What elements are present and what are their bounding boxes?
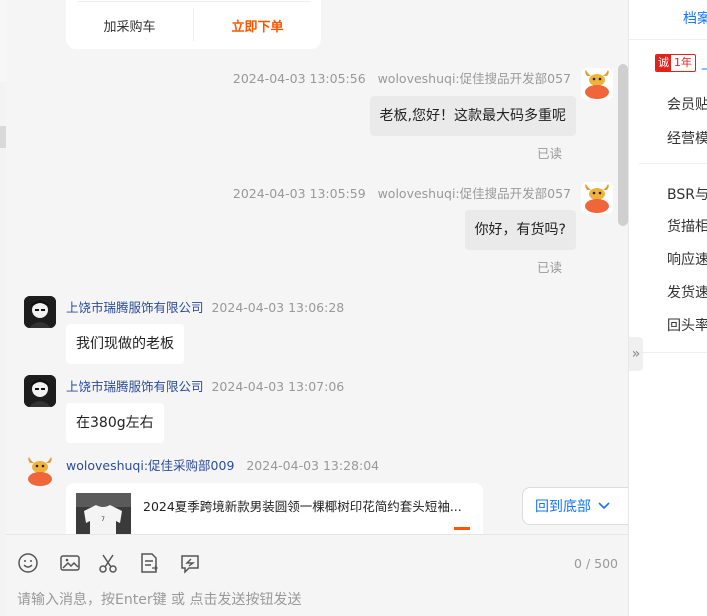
message-meta: 2024-04-03 13:05:59 woloveshuqi:促佳搜品开发部0…: [233, 183, 571, 202]
image-button[interactable]: [59, 552, 81, 574]
info-item: 发货速: [667, 285, 707, 301]
tshirt-image: 7: [76, 493, 131, 534]
message-sender[interactable]: woloveshuqi:促佳采购部009: [66, 458, 234, 473]
emoji-icon: [18, 553, 38, 573]
read-status: 已读: [536, 146, 562, 161]
message-input[interactable]: 请输入消息，按Enter键 或 点击发送按钮发送: [17, 589, 301, 609]
info-item: 回头率: [667, 318, 707, 334]
chat-scrollbar[interactable]: [618, 64, 628, 226]
char-counter: 0 / 500: [574, 556, 618, 571]
screenshot-button[interactable]: [97, 552, 119, 574]
badge-cheng: 诚: [656, 55, 671, 71]
message-meta: 上饶市瑞腾服饰有限公司 2024-04-03 13:07:06: [66, 376, 344, 395]
message-sender[interactable]: 上饶市瑞腾服饰有限公司: [66, 300, 204, 315]
product-thumbnail[interactable]: 7: [76, 493, 131, 534]
message-input-area: 0 / 500 请输入消息，按Enter键 或 点击发送按钮发送: [6, 534, 628, 616]
chat-message-list[interactable]: 加采购车 立即下单 2024-04-03 13:05:56 woloveshuq…: [6, 0, 628, 534]
message-sender[interactable]: 上饶市瑞腾服饰有限公司: [66, 379, 204, 394]
person-avatar-icon: [24, 296, 56, 328]
divider: [639, 352, 707, 353]
buy-now-button[interactable]: 立即下单: [194, 0, 321, 49]
divider: [78, 1, 311, 2]
back-to-bottom-label: 回到底部: [535, 499, 591, 515]
person-avatar-icon: [24, 375, 56, 407]
quick-reply-icon: [181, 555, 199, 574]
message-bubble[interactable]: 我们现做的老板: [66, 324, 184, 364]
divider: [629, 39, 707, 40]
message-meta: woloveshuqi:促佳采购部009 2024-04-03 13:28:04: [66, 455, 379, 474]
trust-year-badge: 诚 1年: [655, 54, 696, 72]
message-meta: 上饶市瑞腾服饰有限公司 2024-04-03 13:06:28: [66, 297, 344, 316]
add-to-purchase-cart-button[interactable]: 加采购车: [66, 8, 194, 41]
bull-mascot-icon: [581, 182, 613, 214]
info-item: BSR与: [667, 187, 707, 203]
scissors-icon: [99, 554, 117, 573]
info-item: 经营模: [667, 131, 707, 147]
quick-reply-button[interactable]: [179, 552, 201, 574]
info-item: 响应速: [667, 252, 707, 268]
price-fragment: [454, 527, 470, 530]
read-status: 已读: [536, 260, 562, 275]
chevron-down-icon: [598, 502, 610, 510]
message-time: 2024-04-03 13:28:04: [246, 458, 380, 473]
image-icon: [60, 555, 80, 571]
message-time: 2024-04-03 13:07:06: [211, 379, 345, 394]
seller-name-link[interactable]: 上: [701, 54, 707, 74]
bull-mascot-icon: [24, 455, 56, 487]
collapse-panel-button[interactable]: »: [629, 337, 643, 371]
message-time: 2024-04-03 13:05:56: [232, 71, 366, 86]
bull-mascot-icon: [581, 68, 613, 100]
message-bubble[interactable]: 你好，有货吗?: [464, 210, 576, 250]
message-bubble[interactable]: 在380g左右: [66, 403, 164, 443]
divider: [639, 163, 707, 164]
seller-profile-panel: 档案 诚 1年 上 会员贴 经营模 BSR与 货描相 响应速 发货速 回头率 »: [628, 0, 707, 616]
message-bubble[interactable]: 老板,您好！这款最大码多重呢: [369, 96, 576, 136]
message-time: 2024-04-03 13:06:28: [211, 300, 345, 315]
double-chevron-right-icon: »: [631, 346, 641, 362]
info-item: 会员贴: [667, 97, 707, 113]
avatar[interactable]: [24, 455, 56, 487]
avatar[interactable]: [24, 375, 56, 407]
document-icon: [141, 553, 158, 573]
info-item: 货描相: [667, 219, 707, 235]
avatar[interactable]: [24, 296, 56, 328]
svg-text:7: 7: [101, 516, 105, 523]
message-sender: woloveshuqi:促佳搜品开发部057: [377, 71, 571, 86]
product-card-actions: 加采购车 立即下单: [66, 0, 321, 49]
message-meta: 2024-04-03 13:05:56 woloveshuqi:促佳搜品开发部0…: [233, 68, 571, 87]
order-button[interactable]: [138, 552, 160, 574]
tab-profile[interactable]: 档案: [683, 8, 707, 28]
avatar[interactable]: [581, 68, 613, 100]
avatar[interactable]: [581, 182, 613, 214]
emoji-button[interactable]: [17, 552, 39, 574]
product-card[interactable]: 7 2024夏季跨境新款男装圆领一棵椰树印花简约套头短袖...: [66, 483, 483, 534]
message-time: 2024-04-03 13:05:59: [232, 186, 366, 201]
back-to-bottom-button[interactable]: 回到底部: [522, 487, 628, 525]
message-sender: woloveshuqi:促佳搜品开发部057: [377, 186, 571, 201]
badge-year: 1年: [674, 56, 692, 69]
product-title[interactable]: 2024夏季跨境新款男装圆领一棵椰树印花简约套头短袖...: [143, 496, 462, 515]
